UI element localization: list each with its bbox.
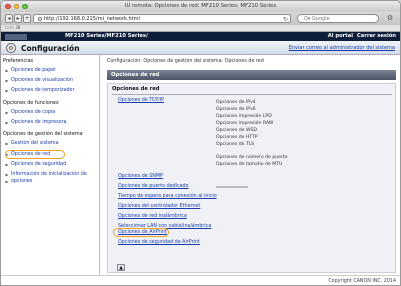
footer: Copyright CANON INC. 2014 [1,275,400,285]
sidebar-item-init-info-cont[interactable]: opciones [5,179,33,184]
sub-placeholder [216,186,248,188]
copyright: Copyright CANON INC. 2014 [328,279,396,284]
wireless-lan-link[interactable]: Opciones de red inalámbrica [118,214,187,219]
page-title-bar: ⚙ Configuración Enviar correo al adminis… [1,41,400,55]
selected-item-highlight [5,150,65,159]
forward-arrow-icon[interactable]: ▸ [14,14,22,23]
dedicated-port-link[interactable]: Opciones de puerto dedicado [118,184,189,189]
settings-gear-icon: ⚙ [6,43,16,53]
sub-ipv4: Opciones de IPv4 [216,100,256,105]
zoom-window-icon[interactable] [22,3,28,9]
add-bookmark-icon[interactable]: + [23,14,31,23]
sidebar: Preferencias Opciones de papel Opciones … [1,55,100,275]
url-text: http://192.168.0.215/rni_network.html [44,16,140,22]
minimize-window-icon[interactable] [13,3,19,9]
sub-mtu: Opciones de tamaño de MTU [216,162,283,167]
snmp-link[interactable]: Opciones de SNMP [118,174,163,179]
section-header: Opciones de red [107,70,396,80]
portal-link[interactable]: Al portal [328,32,353,41]
site-header: MF210 Series/MF210 Series/ Al portal Cer… [1,32,400,41]
sub-tls: Opciones de TLS [216,142,255,147]
main-content: Configuración: Opciones de gestión del s… [103,55,400,275]
search-input[interactable]: Q▾ Google [297,14,379,23]
divider [112,94,392,95]
sidebar-item-security[interactable]: Opciones de seguridad [5,162,66,167]
ethernet-driver-link[interactable]: Opciones del controlador Ethernet [118,204,200,209]
sidebar-heading-system: Opciones de gestión del sistema [3,131,83,137]
sidebar-item-paper[interactable]: Opciones de papel [5,68,56,73]
scroll-top-button[interactable]: ▲ [117,264,125,271]
sidebar-item-display[interactable]: Opciones de visualización [5,78,73,83]
sidebar-item-timer[interactable]: Opciones de temporizador [5,88,75,93]
airprint-link[interactable]: Opciones de AirPrint [118,230,167,235]
sidebar-item-printer[interactable]: Opciones de impresora [5,120,67,125]
sidebar-item-init-info[interactable]: Información de inicialización de [5,172,87,177]
airprint-security-link[interactable]: Opciones de seguridad de AirPrint [118,240,200,245]
sub-http: Opciones de HTTP [216,135,258,140]
window-title: IU remota: Opciones de red: MF210 Series… [124,3,277,9]
sub-wsd: Opciones de WSD [216,128,257,133]
sidebar-item-system-management[interactable]: Gestión del sistema [5,141,58,146]
startup-wait-link[interactable]: Tiempo de espera para conexión al inicio [118,194,217,199]
sub-lpd: Opciones impresión LPD [216,114,272,119]
device-name-box [5,33,27,40]
sidebar-heading-preferences: Preferencias [3,58,34,64]
bookmarks-bar[interactable]: ▭▭ ⊞ [1,25,400,32]
logout-link[interactable]: Cerrar sesión [357,32,396,41]
network-settings-panel: Opciones de red Opciones de TCP/IP Opcio… [107,83,396,273]
reload-icon[interactable]: ↻ [283,15,288,24]
back-arrow-icon[interactable]: ◂ [5,14,13,23]
globe-icon [38,16,42,21]
title-bar: IU remota: Opciones de red: MF210 Series… [1,1,400,12]
close-window-icon[interactable] [5,3,11,9]
browser-toolbar: ◂ ▸ + http://192.168.0.215/rni_network.h… [1,12,400,25]
address-bar[interactable]: http://192.168.0.215/rni_network.html ↻ [33,14,291,23]
sub-raw: Opciones impresión RAW [216,121,274,126]
breadcrumb: Configuración: Opciones de gestión del s… [107,59,264,64]
sub-port-number: Opciones de número de puerto [216,155,288,160]
admin-mail-link[interactable]: Enviar correo al administrador del siste… [289,45,395,51]
window-controls [5,3,28,9]
sub-ipv6: Opciones de IPv6 [216,107,256,112]
product-name: MF210 Series/MF210 Series/ [65,33,148,39]
settings-icon[interactable]: ⚙ [386,14,394,23]
sidebar-heading-functions: Opciones de funciones [3,100,59,106]
tcpip-settings-link[interactable]: Opciones de TCP/IP [118,98,164,103]
browser-window: IU remota: Opciones de red: MF210 Series… [0,0,401,286]
panel-title: Opciones de red [112,86,160,92]
page-title: Configuración [21,44,80,53]
sidebar-item-copy[interactable]: Opciones de copia [5,110,55,115]
